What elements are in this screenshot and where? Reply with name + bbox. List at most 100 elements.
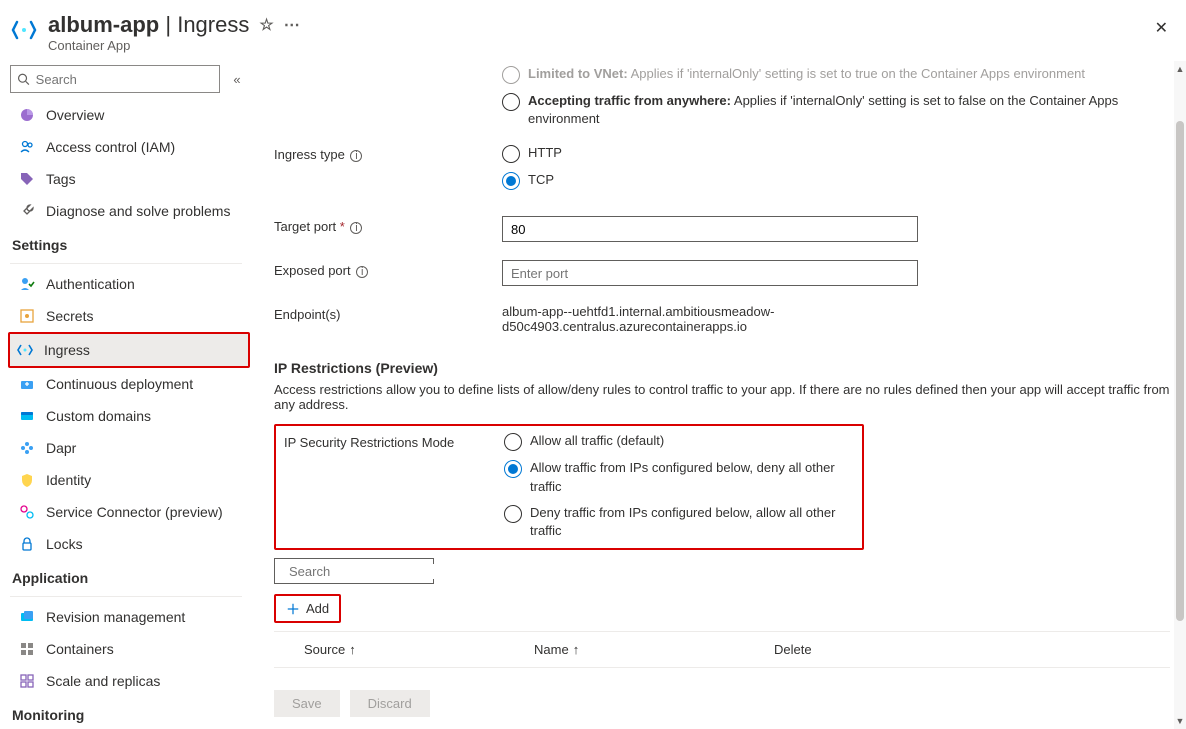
sort-asc-icon: ↑ <box>573 642 580 657</box>
radio-icon <box>502 145 520 163</box>
dapr-icon <box>18 439 36 457</box>
sidebar-item-label: Service Connector (preview) <box>46 504 223 520</box>
radio-label: Allow traffic from IPs configured below,… <box>530 459 854 495</box>
ip-rules-search-input[interactable] <box>289 564 465 579</box>
ingress-icon <box>16 341 34 359</box>
endpoints-label: Endpoint(s) <box>274 304 502 322</box>
globe-icon <box>18 407 36 425</box>
sort-asc-icon: ↑ <box>349 642 356 657</box>
save-button[interactable]: Save <box>274 690 340 717</box>
favorite-icon[interactable]: ☆ <box>259 15 273 35</box>
ip-restrictions-mode-group: IP Security Restrictions Mode Allow all … <box>274 424 864 550</box>
scrollbar[interactable]: ▲ ▼ <box>1174 61 1186 729</box>
ingress-http-radio[interactable]: HTTP <box>502 144 1142 163</box>
sidebar-section-application: Application <box>10 560 250 592</box>
radio-label: TCP <box>528 171 554 189</box>
th-source[interactable]: Source ↑ <box>304 642 534 657</box>
sidebar-item-label: Locks <box>46 536 83 552</box>
sidebar-item-diagnose[interactable]: Diagnose and solve problems <box>10 195 250 227</box>
ingress-tcp-radio[interactable]: TCP <box>502 171 1142 190</box>
radio-label: Allow all traffic (default) <box>530 432 664 450</box>
sidebar-section-settings: Settings <box>10 227 250 259</box>
sidebar-item-iam[interactable]: Access control (IAM) <box>10 131 250 163</box>
exposed-port-input[interactable] <box>502 260 918 286</box>
sidebar-item-auth[interactable]: Authentication <box>10 268 250 300</box>
radio-label: Accepting traffic from anywhere: Applies… <box>528 92 1142 128</box>
target-port-input[interactable] <box>502 216 918 242</box>
containers-icon <box>18 640 36 658</box>
traffic-anywhere-radio[interactable]: Accepting traffic from anywhere: Applies… <box>502 92 1142 128</box>
wrench-icon <box>18 202 36 220</box>
scroll-up-icon[interactable]: ▲ <box>1174 63 1186 75</box>
user-check-icon <box>18 275 36 293</box>
sidebar-item-tags[interactable]: Tags <box>10 163 250 195</box>
th-delete[interactable]: Delete <box>774 642 884 657</box>
sidebar: « Overview Access control (IAM) Tags Dia… <box>0 61 250 729</box>
close-icon[interactable]: ✕ <box>1155 18 1168 38</box>
sidebar-item-identity[interactable]: Identity <box>10 464 250 496</box>
app-logo-icon <box>10 16 38 44</box>
sidebar-item-label: Tags <box>46 171 76 187</box>
sidebar-item-domains[interactable]: Custom domains <box>10 400 250 432</box>
sidebar-item-ingress[interactable]: Ingress <box>8 332 250 368</box>
sidebar-search-input[interactable] <box>36 72 213 87</box>
ip-rules-search[interactable] <box>274 558 434 584</box>
sidebar-item-secrets[interactable]: Secrets <box>10 300 250 332</box>
radio-icon <box>504 505 522 523</box>
sidebar-item-containers[interactable]: Containers <box>10 633 250 665</box>
scrollbar-thumb[interactable] <box>1176 121 1184 621</box>
info-icon[interactable]: i <box>356 266 368 278</box>
radio-label: HTTP <box>528 144 562 162</box>
sidebar-item-dapr[interactable]: Dapr <box>10 432 250 464</box>
sidebar-section-monitoring: Monitoring <box>10 697 250 729</box>
ip-allow-all-radio[interactable]: Allow all traffic (default) <box>504 432 854 451</box>
sidebar-item-label: Scale and replicas <box>46 673 160 689</box>
page-header: album-app | Ingress ☆ ⋯ Container App <box>0 0 1186 61</box>
collapse-sidebar-icon[interactable]: « <box>226 68 248 90</box>
sidebar-item-label: Continuous deployment <box>46 376 193 392</box>
scale-icon <box>18 672 36 690</box>
people-icon <box>18 138 36 156</box>
ip-allow-configured-radio[interactable]: Allow traffic from IPs configured below,… <box>504 459 854 495</box>
scroll-down-icon[interactable]: ▼ <box>1174 715 1186 727</box>
sidebar-search[interactable] <box>10 65 220 93</box>
sidebar-item-scale[interactable]: Scale and replicas <box>10 665 250 697</box>
content-pane: Limited to VNet: Applies if 'internalOnl… <box>250 61 1186 729</box>
add-button[interactable]: Add <box>274 594 341 623</box>
radio-icon <box>504 433 522 451</box>
exposed-port-label: Exposed port i <box>274 260 502 278</box>
info-icon[interactable]: i <box>350 222 362 234</box>
radio-label: Limited to VNet: Applies if 'internalOnl… <box>528 65 1085 83</box>
sidebar-item-label: Overview <box>46 107 104 123</box>
radio-icon <box>502 66 520 84</box>
ip-restrictions-desc: Access restrictions allow you to define … <box>274 382 1170 412</box>
connector-icon <box>18 503 36 521</box>
sidebar-item-label: Custom domains <box>46 408 151 424</box>
sidebar-item-sc[interactable]: Service Connector (preview) <box>10 496 250 528</box>
sidebar-item-overview[interactable]: Overview <box>10 99 250 131</box>
th-name[interactable]: Name ↑ <box>534 642 774 657</box>
radio-icon <box>504 460 522 478</box>
plus-icon <box>286 602 300 616</box>
page-subtitle: Container App <box>48 38 1170 53</box>
traffic-limited-radio: Limited to VNet: Applies if 'internalOnl… <box>502 65 1142 84</box>
sidebar-item-revision[interactable]: Revision management <box>10 601 250 633</box>
sidebar-item-label: Revision management <box>46 609 185 625</box>
sidebar-item-label: Dapr <box>46 440 76 456</box>
more-icon[interactable]: ⋯ <box>284 15 300 35</box>
target-port-label: Target port * i <box>274 216 502 234</box>
radio-icon <box>502 172 520 190</box>
discard-button[interactable]: Discard <box>350 690 430 717</box>
add-label: Add <box>306 601 329 616</box>
ip-restrictions-title: IP Restrictions (Preview) <box>274 360 1170 376</box>
sidebar-item-label: Diagnose and solve problems <box>46 203 230 219</box>
sidebar-item-cd[interactable]: Continuous deployment <box>10 368 250 400</box>
shield-icon <box>18 471 36 489</box>
sidebar-item-locks[interactable]: Locks <box>10 528 250 560</box>
ingress-type-label: Ingress type i <box>274 144 502 162</box>
endpoints-value: album-app--uehtfd1.internal.ambitiousmea… <box>502 304 862 334</box>
overview-icon <box>18 106 36 124</box>
info-icon[interactable]: i <box>350 150 362 162</box>
ip-rules-table-header: Source ↑ Name ↑ Delete <box>274 631 1170 668</box>
ip-deny-configured-radio[interactable]: Deny traffic from IPs configured below, … <box>504 504 854 540</box>
